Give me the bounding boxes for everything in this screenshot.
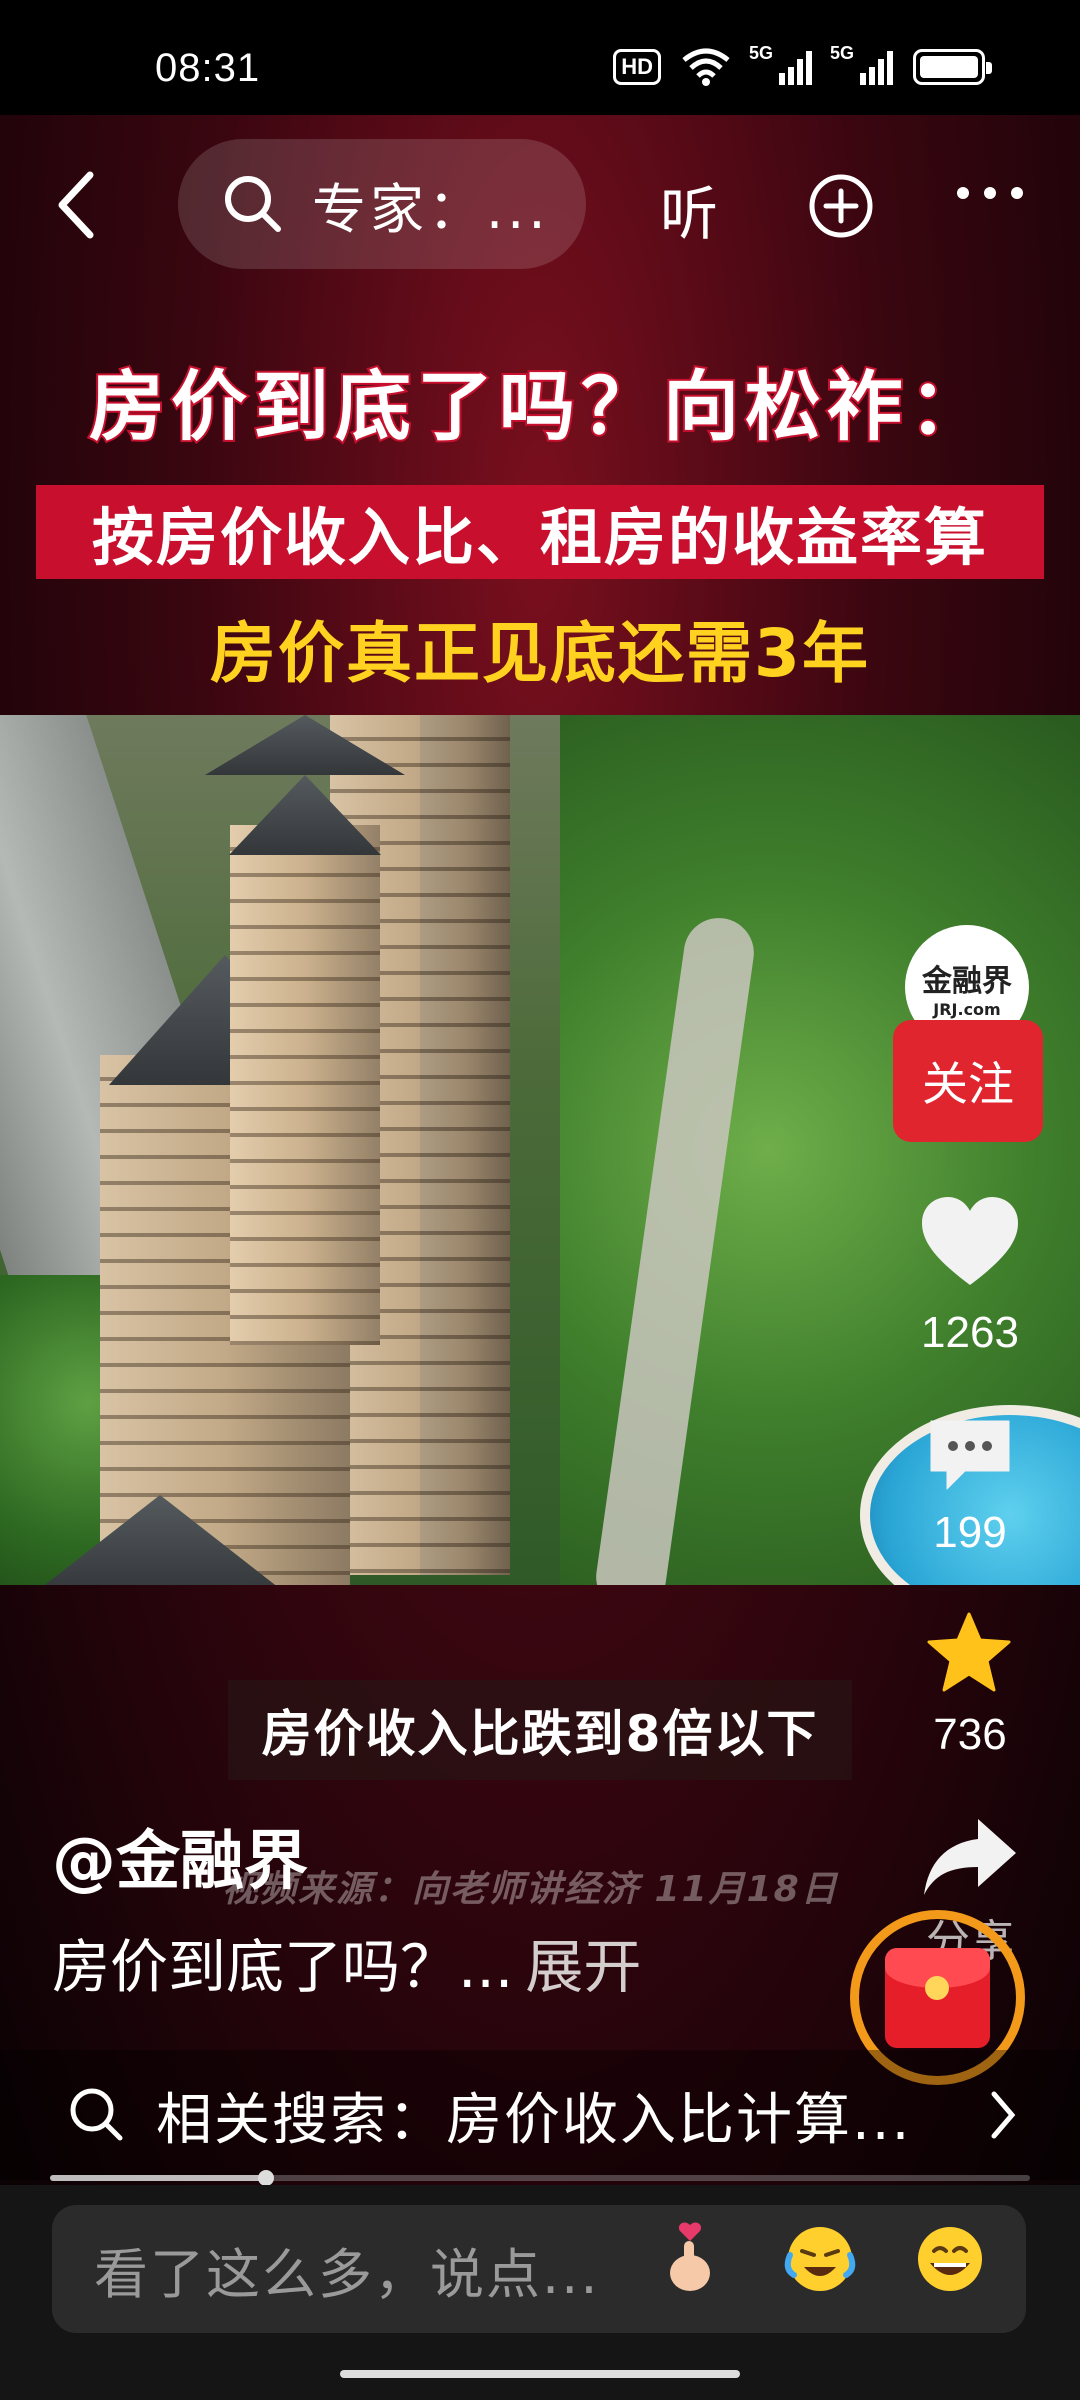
comment-bar: 看了这么多，说点... — [0, 2185, 1080, 2400]
author-handle[interactable]: @金融界 — [52, 1810, 308, 1902]
video-frame-aerial-buildings — [0, 715, 1080, 1585]
comment-input[interactable]: 看了这么多，说点... — [52, 2205, 1026, 2333]
grinning-emoji-icon[interactable] — [910, 2219, 990, 2299]
laughing-crying-emoji-icon[interactable] — [780, 2219, 860, 2299]
share-arrow-icon[interactable] — [920, 1815, 1020, 1899]
follow-button[interactable]: 关注 — [893, 1020, 1043, 1142]
signal-5g-icon-2: 5G — [830, 43, 893, 85]
description-text: 房价到底了吗？... — [52, 1933, 514, 2001]
comment-placeholder: 看了这么多，说点... — [94, 2242, 600, 2306]
signal-5g-icon-1: 5G — [749, 43, 812, 85]
favorite-star-icon[interactable] — [925, 1610, 1013, 1694]
status-time: 08:31 — [155, 46, 261, 90]
video-source-watermark: 视频来源：向老师讲经济 11月18日 — [222, 1869, 839, 1910]
headline-subtitle: 按房价收入比、租房的收益率算 — [91, 501, 988, 574]
back-arrow-icon[interactable] — [48, 165, 108, 245]
video-subtitle: 房价收入比跌到8倍以下 — [228, 1680, 852, 1780]
video-description[interactable]: 房价到底了吗？... 展开 — [52, 1920, 641, 2004]
like-heart-icon[interactable] — [918, 1195, 1022, 1289]
related-search-bar[interactable]: 相关搜索：房价收入比计算... — [0, 2050, 1080, 2180]
headline-band: 按房价收入比、租房的收益率算 — [36, 485, 1044, 579]
status-icons: HD 5G 5G — [613, 43, 992, 86]
like-count: 1263 — [921, 1308, 1019, 1357]
home-indicator[interactable] — [340, 2370, 740, 2378]
search-query-text: 专家：... — [312, 177, 550, 241]
more-icon[interactable] — [955, 183, 1025, 203]
favorite-count: 736 — [933, 1710, 1007, 1759]
comment-count: 199 — [933, 1508, 1007, 1557]
related-search-text: 相关搜索：房价收入比计算... — [156, 2087, 912, 2153]
playback-progress-handle[interactable] — [257, 2170, 274, 2186]
headline-highlight: 房价真正见底还需3年 — [210, 615, 870, 692]
red-envelope-icon — [885, 1947, 990, 2048]
add-icon[interactable] — [808, 173, 874, 239]
listen-button[interactable]: 听 — [660, 167, 718, 251]
status-bar: 08:31 HD 5G 5G — [0, 0, 1080, 115]
wifi-icon — [682, 48, 730, 86]
headline-title: 房价到底了吗？向松祚： — [87, 360, 991, 453]
video-headline: 房价到底了吗？向松祚： — [0, 345, 1080, 455]
search-icon — [225, 176, 281, 232]
playback-progress-fill — [50, 2175, 266, 2181]
hd-voice-icon: HD — [613, 49, 661, 85]
search-bar[interactable]: 专家：... — [178, 139, 586, 269]
comment-icon[interactable] — [925, 1415, 1015, 1495]
expand-link[interactable]: 展开 — [525, 1933, 641, 2001]
playback-progress-bar[interactable] — [50, 2170, 1030, 2186]
top-nav: 专家：... 听 — [0, 135, 1080, 275]
finger-heart-emoji-icon[interactable] — [650, 2219, 730, 2299]
chevron-right-icon — [991, 2091, 1016, 2139]
battery-icon — [913, 49, 992, 85]
search-icon — [70, 2088, 123, 2141]
